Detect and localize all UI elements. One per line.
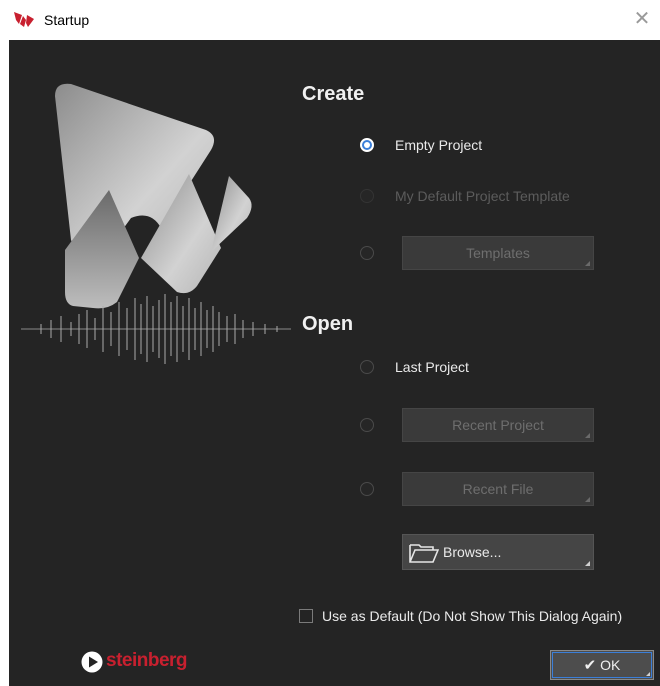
radio-default-template — [360, 189, 374, 203]
default-template-label: My Default Project Template — [395, 188, 570, 204]
steinberg-wordmark: steinberg — [106, 650, 188, 671]
wavelab-icon — [14, 12, 34, 27]
open-heading: Open — [302, 313, 354, 335]
startup-dialog-body: Create Empty Project My Default Project … — [9, 40, 660, 686]
folder-open-icon — [409, 544, 439, 563]
templates-button-label: Templates — [466, 245, 530, 261]
waveform-graphic — [21, 294, 291, 364]
dropdown-corner-icon — [646, 672, 650, 676]
radio-empty-project[interactable] — [360, 138, 374, 152]
dropdown-corner-icon — [585, 433, 590, 438]
use-as-default-checkbox[interactable] — [299, 609, 313, 623]
radio-last-project[interactable] — [360, 360, 374, 374]
radio-recent-project[interactable] — [360, 418, 374, 432]
dropdown-corner-icon — [585, 497, 590, 502]
create-heading: Create — [302, 83, 365, 105]
dropdown-corner-icon — [585, 261, 590, 266]
recent-project-button-label: Recent Project — [452, 417, 544, 433]
last-project-label[interactable]: Last Project — [395, 358, 469, 376]
checkmark-icon: ✔ — [583, 657, 597, 674]
recent-file-button-label: Recent File — [462, 481, 534, 497]
templates-button[interactable]: Templates — [402, 236, 594, 270]
browse-button[interactable]: Browse... — [402, 534, 594, 570]
steinberg-play-icon — [81, 651, 103, 673]
radio-templates[interactable] — [360, 246, 374, 260]
title-bar: Startup ✕ — [0, 0, 660, 40]
dropdown-corner-icon — [585, 561, 590, 566]
wavelab-logo — [21, 83, 291, 364]
ok-button[interactable]: ✔ OK — [550, 650, 654, 680]
recent-file-button[interactable]: Recent File — [402, 472, 594, 506]
use-as-default-label[interactable]: Use as Default (Do Not Show This Dialog … — [322, 607, 622, 625]
window-title: Startup — [44, 12, 90, 28]
recent-project-button[interactable]: Recent Project — [402, 408, 594, 442]
radio-recent-file[interactable] — [360, 482, 374, 496]
browse-button-label: Browse... — [443, 544, 502, 560]
ok-button-label: OK — [600, 657, 621, 673]
close-icon: ✕ — [633, 8, 651, 30]
close-button[interactable]: ✕ — [624, 4, 660, 36]
empty-project-label[interactable]: Empty Project — [395, 136, 482, 154]
